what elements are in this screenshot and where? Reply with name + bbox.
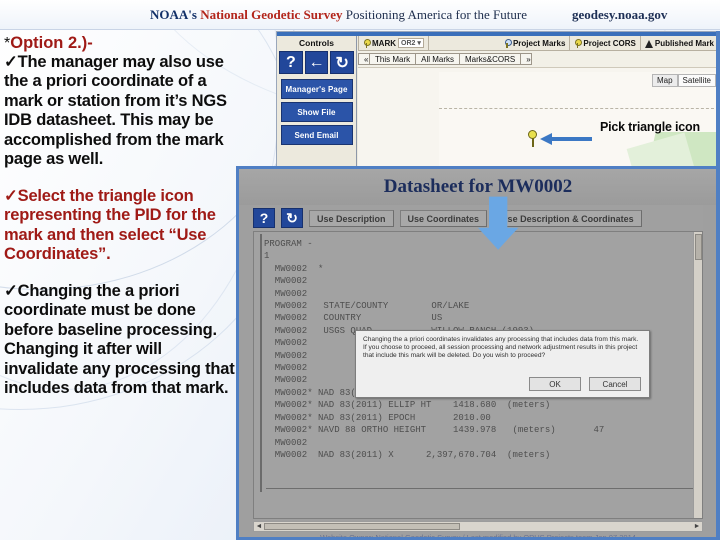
mark-dropdown[interactable]: OR2 ▾	[398, 38, 424, 48]
map-triangle-marker-icon[interactable]	[527, 130, 539, 147]
tab-this-mark[interactable]: This Mark	[369, 53, 417, 65]
bullet-paragraph-2: ✓Select the triangle icon representing t…	[4, 187, 236, 265]
map-view-button[interactable]: Map	[651, 74, 678, 87]
project-cors-pin-icon	[574, 38, 583, 48]
tab-collapse-right[interactable]: »	[520, 53, 533, 65]
slide-text-column: *Option 2.)- ✓The manager may also use t…	[4, 34, 236, 538]
dialog-cancel-button[interactable]: Cancel	[589, 377, 641, 391]
check-icon-2: ✓	[4, 186, 18, 205]
back-arrow-icon[interactable]: ←	[304, 51, 329, 74]
pick-triangle-annotation: Pick triangle icon	[600, 120, 700, 134]
legend-chip-project-marks[interactable]: Project Marks	[500, 35, 571, 51]
mark-dropdown-value: OR2	[401, 39, 416, 47]
marker-stem	[531, 138, 534, 147]
noaa-header-banner: NOAA's National Geodetic Survey Position…	[0, 0, 720, 30]
check-icon-3: ✓	[4, 281, 18, 300]
bullet-2-text: Select the triangle icon representing th…	[4, 186, 216, 264]
map-pane: MARK OR2 ▾ Project Marks Project CORS Pub…	[358, 35, 719, 170]
confirm-dialog-buttons: OK Cancel	[529, 377, 641, 391]
filter-tab-bar: « This Mark All Marks Marks&CORS »	[358, 51, 719, 68]
dialog-ok-button[interactable]: OK	[529, 377, 581, 391]
blue-down-arrow-icon	[478, 196, 519, 250]
bullet-paragraph-3: ✓Changing the a priori coordinate must b…	[4, 282, 236, 399]
bullet-3-text: Changing the a priori coordinate must be…	[4, 281, 235, 398]
help-icon[interactable]: ?	[279, 51, 303, 74]
vertical-scroll-thumb[interactable]	[695, 234, 702, 260]
slide-root: NOAA's National Geodetic Survey Position…	[0, 0, 720, 540]
legend-chip-project-cors[interactable]: Project CORS	[570, 35, 641, 51]
tab-all-marks[interactable]: All Marks	[415, 53, 461, 65]
send-email-button[interactable]: Send Email	[280, 125, 353, 145]
legend-published-mark-label: Published Mark	[654, 38, 714, 48]
opus-map-screenshot: Controls ? ← ↻ Manager's Page Show File …	[276, 31, 720, 171]
legend-mark-label: MARK	[372, 38, 396, 48]
show-file-button[interactable]: Show File	[280, 102, 353, 122]
pick-arrow-icon	[540, 133, 592, 145]
map-road-line	[439, 108, 719, 109]
tab-marks-and-cors[interactable]: Marks&CORS	[459, 53, 522, 65]
project-marks-pin-icon	[504, 38, 512, 48]
bullet-1-text: The manager may also use the a priori co…	[4, 53, 227, 169]
legend-project-marks-label: Project Marks	[512, 38, 566, 48]
refresh-icon[interactable]: ↻	[330, 51, 355, 74]
map-green-area-2	[626, 132, 696, 170]
geodesy-url: geodesy.noaa.gov	[572, 7, 668, 22]
legend-chip-mark[interactable]: MARK OR2 ▾	[358, 35, 429, 51]
legend-bar: MARK OR2 ▾ Project Marks Project CORS Pub…	[358, 35, 719, 51]
chevron-down-icon: ▾	[417, 40, 421, 47]
satellite-view-button[interactable]: Satellite	[677, 74, 716, 87]
legend-project-cors-label: Project CORS	[583, 38, 636, 48]
published-mark-triangle-icon	[644, 39, 653, 48]
datasheet-refresh-icon[interactable]: ↻	[281, 208, 303, 228]
mark-pin-icon	[363, 38, 371, 48]
noaa-prefix: NOAA's	[150, 7, 201, 22]
datasheet-body: PROGRAM - 1 MW0002 * MW0002 MW0002 MW000…	[253, 231, 703, 519]
legend-chip-published-mark[interactable]: Published Mark	[641, 35, 719, 51]
header-divider	[0, 29, 720, 30]
hscroll-left-arrow[interactable]: ◄	[254, 522, 264, 531]
controls-sidebar: Controls ? ← ↻ Manager's Page Show File …	[277, 36, 357, 170]
datasheet-left-rule	[260, 234, 262, 492]
noaa-title: NOAA's National Geodetic Survey Position…	[150, 7, 527, 23]
datasheet-horizontal-scrollbar[interactable]: ◄ ►	[253, 521, 703, 532]
option-heading: Option 2.)-	[10, 34, 93, 52]
use-coordinates-button[interactable]: Use Coordinates	[399, 209, 488, 227]
option-heading-block: *Option 2.)-	[4, 34, 236, 53]
datasheet-footer: Website Owner: National Geodetic Survey …	[320, 533, 636, 540]
datasheet-hr	[266, 488, 702, 489]
right-blue-edge	[716, 31, 720, 540]
horizontal-scroll-thumb[interactable]	[264, 523, 460, 530]
confirm-dialog-message: Changing the a priori coordinates invali…	[363, 336, 639, 360]
check-icon-1: ✓	[4, 53, 18, 71]
datasheet-vertical-scrollbar[interactable]	[693, 232, 702, 518]
datasheet-help-icon[interactable]: ?	[253, 208, 275, 228]
controls-label: Controls	[277, 36, 356, 50]
managers-page-button[interactable]: Manager's Page	[280, 79, 353, 99]
noaa-tagline: Positioning America for the Future	[342, 7, 527, 22]
hscroll-right-arrow[interactable]: ►	[692, 522, 702, 531]
map-type-buttons: Map Satellite	[651, 74, 716, 87]
controls-icon-row: ? ← ↻	[277, 50, 356, 76]
use-description-button[interactable]: Use Description	[309, 209, 394, 227]
bullet-paragraph-1: ✓The manager may also use the a priori c…	[4, 53, 236, 170]
confirm-dialog: Changing the a priori coordinates invali…	[355, 330, 650, 398]
noaa-org-name: National Geodetic Survey	[200, 7, 343, 22]
